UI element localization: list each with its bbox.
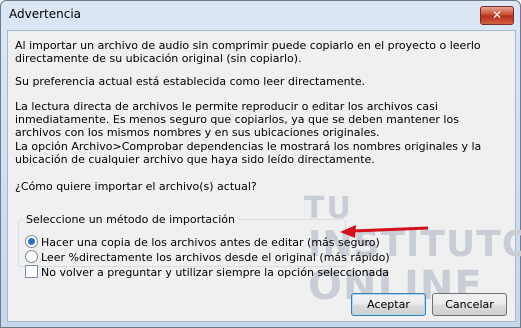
accept-button[interactable]: Aceptar: [351, 293, 426, 316]
message-paragraph-3: La lectura directa de archivos le permit…: [15, 100, 459, 139]
close-button[interactable]: ✕: [480, 6, 514, 25]
option-copy-files[interactable]: Hacer una copia de los archivos antes de…: [25, 235, 380, 249]
dialog-content: Al importar un archivo de audio sin comp…: [7, 30, 521, 322]
message-paragraph-2: Su preferencia actual está establecida c…: [15, 75, 366, 88]
dialog-window: Advertencia ✕ Al importar un archivo de …: [0, 0, 521, 328]
arrow-left-icon: [340, 225, 429, 238]
message-paragraph-1: Al importar un archivo de audio sin comp…: [15, 39, 481, 65]
window-title: Advertencia: [9, 7, 82, 21]
message-paragraph-4: La opción Archivo>Comprobar dependencias…: [15, 140, 482, 166]
dont-ask-again-checkbox[interactable]: [25, 265, 38, 278]
radio-copy-files[interactable]: [25, 235, 38, 248]
option-read-directly[interactable]: Leer %directamente los archivos desde el…: [25, 250, 390, 264]
option-read-directly-label: Leer %directamente los archivos desde el…: [41, 251, 390, 264]
message-paragraph-5: ¿Cómo quiere importar el archivo(s) actu…: [15, 180, 257, 193]
close-icon: ✕: [491, 8, 503, 22]
import-method-legend: Seleccione un método de importación: [26, 213, 235, 226]
dont-ask-again-option[interactable]: No volver a preguntar y utilizar siempre…: [25, 265, 389, 279]
cancel-button[interactable]: Cancelar: [432, 293, 507, 316]
import-method-group: Seleccione un método de importación Hace…: [18, 213, 390, 279]
title-bar[interactable]: Advertencia ✕: [1, 1, 520, 29]
radio-read-directly[interactable]: [25, 250, 38, 263]
option-copy-files-label: Hacer una copia de los archivos antes de…: [41, 236, 380, 249]
dont-ask-again-label: No volver a preguntar y utilizar siempre…: [41, 266, 390, 279]
